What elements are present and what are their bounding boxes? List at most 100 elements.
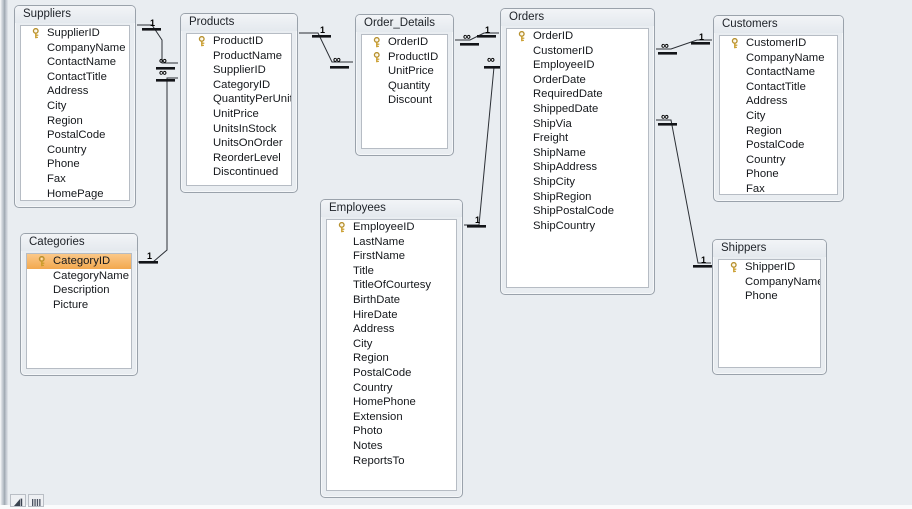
table-field-row[interactable]: CompanyName: [21, 41, 129, 56]
table-field-row[interactable]: ShipRegion: [507, 190, 648, 205]
table-field-row[interactable]: EmployeeID: [507, 58, 648, 73]
scroll-page-button[interactable]: [28, 494, 44, 507]
table-field-row[interactable]: ContactName: [21, 55, 129, 70]
table-box-products[interactable]: Products ProductIDProductNameSupplierIDCa…: [180, 13, 298, 193]
table-field-row[interactable]: Picture: [27, 298, 131, 313]
table-field-row[interactable]: ReorderLevel: [187, 151, 291, 166]
table-field-row[interactable]: Photo: [327, 424, 456, 439]
relationship-line[interactable]: [656, 120, 711, 263]
table-box-suppliers[interactable]: Suppliers SupplierIDCompanyNameContactNam…: [14, 5, 136, 208]
table-field-row[interactable]: City: [327, 337, 456, 352]
table-field-row[interactable]: CompanyName: [719, 275, 820, 290]
table-field-row[interactable]: Phone: [21, 157, 129, 172]
table-box-order_details[interactable]: Order_DetailsOrderIDProductIDUnitPriceQu…: [355, 14, 454, 156]
table-field-list[interactable]: EmployeeIDLastNameFirstNameTitleTitleOfC…: [326, 219, 457, 491]
relationship-line[interactable]: [455, 33, 499, 40]
relationship-line[interactable]: [464, 67, 499, 225]
table-field-row[interactable]: Country: [327, 381, 456, 396]
table-field-row[interactable]: Title: [327, 264, 456, 279]
table-field-row[interactable]: RequiredDate: [507, 87, 648, 102]
table-field-row[interactable]: UnitsOnOrder: [187, 136, 291, 151]
table-field-list[interactable]: ShipperIDCompanyNamePhone: [718, 259, 821, 368]
table-field-row[interactable]: PostalCode: [720, 138, 837, 153]
table-field-list[interactable]: CategoryIDCategoryNameDescriptionPicture: [26, 253, 132, 369]
table-field-row[interactable]: OrderDate: [507, 73, 648, 88]
table-field-row[interactable]: UnitPrice: [362, 64, 447, 79]
table-box-employees[interactable]: EmployeesEmployeeIDLastNameFirstNameTitl…: [320, 199, 463, 498]
table-field-row[interactable]: Region: [720, 124, 837, 139]
table-field-row[interactable]: Fax: [720, 182, 837, 195]
table-field-list[interactable]: SupplierIDCompanyNameContactNameContactT…: [20, 25, 130, 201]
table-title[interactable]: Categories: [21, 234, 137, 251]
scroll-left-button[interactable]: [10, 494, 26, 507]
table-field-row[interactable]: OrderID: [507, 29, 648, 44]
table-field-row[interactable]: Address: [21, 84, 129, 99]
table-field-row[interactable]: ProductID: [362, 50, 447, 65]
table-field-row[interactable]: Freight: [507, 131, 648, 146]
table-field-row[interactable]: ContactName: [720, 65, 837, 80]
table-field-row[interactable]: Discount: [362, 93, 447, 108]
table-field-row[interactable]: TitleOfCourtesy: [327, 278, 456, 293]
table-field-row[interactable]: Extension: [327, 410, 456, 425]
table-field-row[interactable]: ShipPostalCode: [507, 204, 648, 219]
table-field-row[interactable]: ContactTitle: [21, 70, 129, 85]
table-field-row[interactable]: Description: [27, 283, 131, 298]
table-field-list[interactable]: OrderIDCustomerIDEmployeeIDOrderDateRequ…: [506, 28, 649, 288]
table-box-shippers[interactable]: Shippers ShipperIDCompanyNamePhone: [712, 239, 827, 375]
table-field-list[interactable]: ProductIDProductNameSupplierIDCategoryID…: [186, 33, 292, 186]
table-field-row[interactable]: ReportsTo: [327, 454, 456, 469]
table-field-row[interactable]: Phone: [720, 167, 837, 182]
table-field-row[interactable]: UnitsInStock: [187, 122, 291, 137]
table-field-list[interactable]: OrderIDProductIDUnitPriceQuantityDiscoun…: [361, 34, 448, 149]
table-title[interactable]: Products: [181, 14, 297, 31]
table-field-row[interactable]: EmployeeID: [327, 220, 456, 235]
table-title[interactable]: Employees: [321, 200, 462, 217]
table-field-row[interactable]: Country: [21, 143, 129, 158]
table-field-list[interactable]: CustomerIDCompanyNameContactNameContactT…: [719, 35, 838, 195]
table-field-row[interactable]: Fax: [21, 172, 129, 187]
table-field-row[interactable]: UnitPrice: [187, 107, 291, 122]
table-field-row[interactable]: ShippedDate: [507, 102, 648, 117]
table-title[interactable]: Suppliers: [15, 6, 135, 23]
table-field-row[interactable]: ShipVia: [507, 117, 648, 132]
table-field-row[interactable]: FirstName: [327, 249, 456, 264]
table-field-row[interactable]: ShipperID: [719, 260, 820, 275]
table-field-row[interactable]: Country: [720, 153, 837, 168]
table-field-row[interactable]: Region: [21, 114, 129, 129]
table-field-row[interactable]: City: [720, 109, 837, 124]
table-field-row[interactable]: HomePage: [21, 187, 129, 201]
table-field-row[interactable]: ContactTitle: [720, 80, 837, 95]
table-field-row[interactable]: SupplierID: [21, 26, 129, 41]
relationship-line[interactable]: [137, 25, 178, 63]
table-field-row[interactable]: CategoryID: [187, 78, 291, 93]
relationship-line[interactable]: [138, 78, 178, 262]
table-field-row[interactable]: CustomerID: [720, 36, 837, 51]
table-field-row[interactable]: QuantityPerUnit: [187, 92, 291, 107]
table-field-row[interactable]: CategoryName: [27, 269, 131, 284]
table-field-row[interactable]: City: [21, 99, 129, 114]
table-title[interactable]: Shippers: [713, 240, 826, 257]
table-field-row[interactable]: OrderID: [362, 35, 447, 50]
table-field-row[interactable]: PostalCode: [327, 366, 456, 381]
table-field-row[interactable]: PostalCode: [21, 128, 129, 143]
table-field-row[interactable]: HireDate: [327, 308, 456, 323]
table-field-row[interactable]: ShipAddress: [507, 160, 648, 175]
table-field-row[interactable]: ShipName: [507, 146, 648, 161]
table-field-row[interactable]: ShipCity: [507, 175, 648, 190]
table-field-row[interactable]: ProductID: [187, 34, 291, 49]
table-box-orders[interactable]: OrdersOrderIDCustomerIDEmployeeIDOrderDa…: [500, 8, 655, 295]
table-field-row[interactable]: BirthDate: [327, 293, 456, 308]
table-field-row[interactable]: CategoryID: [27, 254, 131, 269]
table-field-row[interactable]: ProductName: [187, 49, 291, 64]
table-field-row[interactable]: CompanyName: [720, 51, 837, 66]
table-field-row[interactable]: Region: [327, 351, 456, 366]
table-field-row[interactable]: LastName: [327, 235, 456, 250]
table-field-row[interactable]: Phone: [719, 289, 820, 304]
table-title[interactable]: Customers: [714, 16, 843, 33]
table-field-row[interactable]: HomePhone: [327, 395, 456, 410]
table-field-row[interactable]: Discontinued: [187, 165, 291, 180]
table-field-row[interactable]: ShipCountry: [507, 219, 648, 234]
table-box-customers[interactable]: Customers CustomerIDCompanyNameContactNam…: [713, 15, 844, 202]
relationship-line[interactable]: [299, 33, 353, 62]
table-field-row[interactable]: Quantity: [362, 79, 447, 94]
